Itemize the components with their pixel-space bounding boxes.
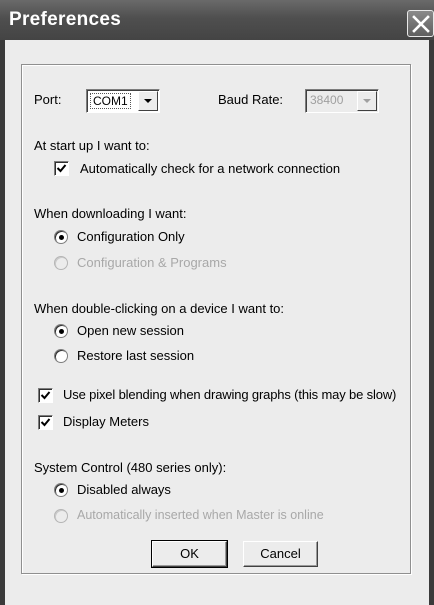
baud-rate-dropdown-button[interactable]: [357, 91, 377, 111]
dialog-body: Port: COM1 Baud Rate: 38400 At start up …: [5, 40, 429, 605]
system-control-heading: System Control (480 series only):: [34, 460, 227, 475]
open-new-session-label[interactable]: Open new session: [77, 323, 184, 338]
port-label: Port:: [34, 92, 62, 107]
close-button[interactable]: [407, 10, 434, 37]
checkmark-icon: [56, 164, 67, 173]
auto-check-label[interactable]: Automatically check for a network connec…: [80, 161, 340, 176]
pixel-blending-checkbox[interactable]: [38, 388, 53, 403]
chevron-down-icon: [144, 99, 152, 103]
double-click-heading: When double-clicking on a device I want …: [34, 301, 285, 316]
chevron-down-icon: [363, 99, 371, 103]
radio-selected-dot: [59, 488, 64, 493]
configuration-only-label[interactable]: Configuration Only: [77, 229, 185, 244]
auto-check-checkbox[interactable]: [54, 161, 69, 176]
radio-auto-inserted[interactable]: [54, 509, 68, 523]
baud-rate-value: 38400: [310, 93, 344, 107]
preferences-window: Preferences Port: COM1 Baud Rate: 38400: [0, 0, 434, 605]
restore-last-session-label[interactable]: Restore last session: [77, 348, 194, 363]
ok-button[interactable]: OK: [151, 540, 228, 568]
checkmark-icon: [40, 391, 51, 400]
title-bar[interactable]: Preferences: [0, 0, 434, 40]
configuration-programs-label[interactable]: Configuration & Programs: [77, 255, 227, 270]
startup-heading: At start up I want to:: [34, 138, 150, 153]
baud-rate-label: Baud Rate:: [218, 92, 284, 107]
radio-selected-dot: [59, 235, 64, 240]
baud-rate-select[interactable]: 38400: [305, 89, 379, 113]
radio-open-new-session[interactable]: [54, 324, 68, 338]
display-meters-label[interactable]: Display Meters: [63, 414, 149, 429]
close-icon: [412, 15, 430, 33]
display-meters-checkbox[interactable]: [38, 415, 53, 430]
pixel-blending-label[interactable]: Use pixel blending when drawing graphs (…: [63, 387, 396, 402]
auto-inserted-label[interactable]: Automatically inserted when Master is on…: [77, 508, 324, 522]
radio-restore-last-session[interactable]: [54, 349, 68, 363]
radio-disabled-always[interactable]: [54, 483, 68, 497]
window-title: Preferences: [9, 9, 122, 30]
port-dropdown-button[interactable]: [138, 91, 158, 111]
checkmark-icon: [40, 418, 51, 427]
radio-configuration-only[interactable]: [54, 230, 68, 244]
download-heading: When downloading I want:: [34, 206, 187, 221]
disabled-always-label[interactable]: Disabled always: [77, 482, 171, 497]
port-select[interactable]: COM1: [86, 89, 160, 113]
port-value: COM1: [90, 93, 131, 109]
preferences-group: Port: COM1 Baud Rate: 38400 At start up …: [21, 64, 411, 574]
radio-selected-dot: [59, 329, 64, 334]
radio-configuration-programs[interactable]: [54, 256, 68, 270]
cancel-button[interactable]: Cancel: [243, 541, 318, 567]
